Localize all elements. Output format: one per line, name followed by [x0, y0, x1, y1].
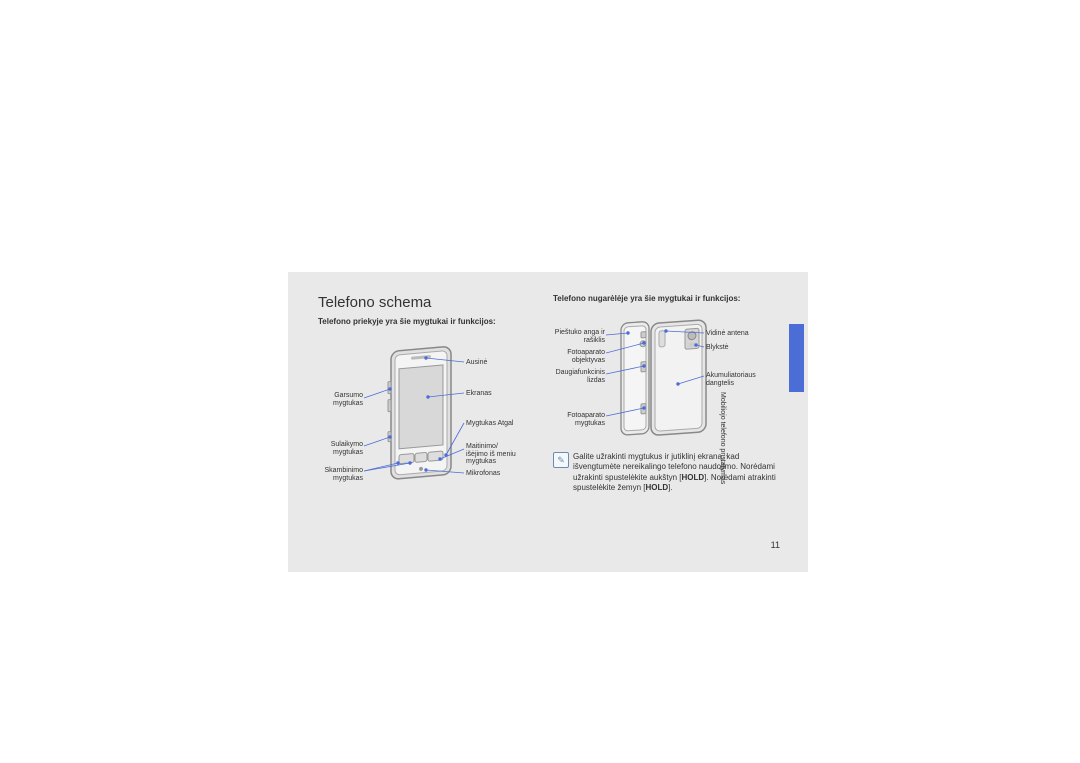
back-lead-lines	[606, 316, 766, 446]
label-foto-obj: Fotoaparato objektyvas	[553, 349, 605, 364]
label-daugia: Daugiafunkcinis lizdas	[543, 369, 605, 384]
label-piestuko: Pieštuko anga ir rašiklis	[543, 329, 605, 344]
page-number: 11	[771, 540, 780, 550]
note-text: Galite užrakinti mygtukus ir jutiklinį e…	[573, 452, 778, 494]
note-icon: ✎	[553, 452, 569, 468]
note-b2: HOLD	[645, 483, 668, 492]
note-b1: HOLD	[682, 473, 705, 482]
back-intro-text: Telefono nugarėlėje yra šie mygtukai ir …	[553, 294, 740, 303]
label-foto-mygt: Fotoaparato mygtukas	[553, 412, 605, 427]
note-t3: ].	[668, 483, 672, 492]
side-tab	[789, 324, 804, 392]
side-section-text: Mobiliojo telefono pristatymas	[719, 392, 726, 522]
page-title: Telefono schema	[318, 294, 431, 311]
manual-page: Telefono schema Telefono priekyje yra ši…	[288, 272, 808, 572]
front-intro-text: Telefono priekyje yra šie mygtukai ir fu…	[318, 317, 496, 326]
front-lead-lines	[318, 342, 528, 502]
